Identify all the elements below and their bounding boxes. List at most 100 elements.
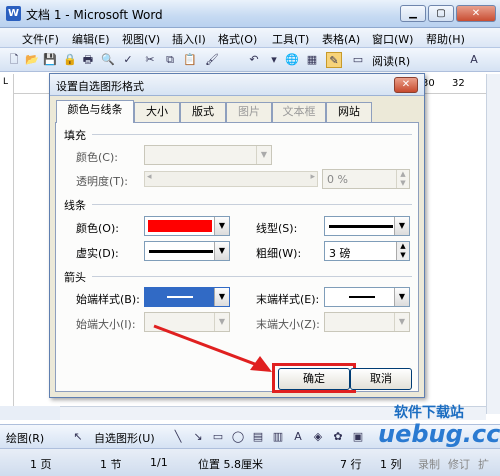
chevron-down-icon: ▼: [214, 242, 229, 260]
menu-edit[interactable]: 编辑(E): [72, 31, 110, 47]
rectangle-icon[interactable]: ▭: [210, 429, 226, 445]
begin-style-label: 始端样式(B):: [76, 293, 140, 306]
status-bar: 1 页 1 节 1/1 位置 5.8厘米 7 行 1 列 录制 修订 扩: [0, 448, 500, 476]
read-mode-button[interactable]: 阅读(R): [372, 53, 410, 69]
picture-icon[interactable]: ▣: [350, 429, 366, 445]
cut-icon[interactable]: ✂: [142, 52, 158, 68]
spinner-icon[interactable]: ▲ ▼: [396, 242, 409, 260]
tab-web[interactable]: 网站: [326, 102, 372, 122]
tab-picture[interactable]: 图片: [226, 102, 272, 122]
line-icon[interactable]: ╲: [170, 429, 186, 445]
begin-style-preview: [167, 296, 193, 298]
textbox-icon[interactable]: ▤: [250, 429, 266, 445]
fill-section-heading: 填充: [64, 129, 86, 142]
divider: [92, 276, 412, 277]
hyperlink-icon[interactable]: 🌐: [284, 52, 300, 68]
status-page: 1 页: [30, 458, 52, 471]
weight-value: 3 磅: [329, 247, 351, 260]
cancel-button[interactable]: 取消: [350, 368, 412, 390]
vertical-textbox-icon[interactable]: ▥: [270, 429, 286, 445]
tab-layout[interactable]: 版式: [180, 102, 226, 122]
format-painter-icon[interactable]: 🖌: [204, 52, 220, 68]
permission-icon[interactable]: 🔒: [62, 52, 78, 68]
copy-icon[interactable]: ⧉: [162, 52, 178, 68]
window-title: 文档 1 - Microsoft Word: [26, 8, 163, 22]
diagram-icon[interactable]: ◈: [310, 429, 326, 445]
zoom-icon[interactable]: ▭: [350, 52, 366, 68]
open-icon[interactable]: 📂: [24, 52, 40, 68]
tab-colors-lines[interactable]: 颜色与线条: [56, 100, 134, 123]
begin-size-label: 始端大小(I):: [76, 318, 136, 331]
menu-file[interactable]: 文件(F): [22, 31, 59, 47]
menu-insert[interactable]: 插入(I): [172, 31, 206, 47]
status-extend[interactable]: 扩: [478, 456, 489, 472]
chevron-down-icon: ▼: [394, 217, 409, 235]
fill-color-dropdown[interactable]: ▼: [144, 145, 272, 165]
transparency-input[interactable]: 0 % ▲ ▼: [322, 169, 410, 189]
undo-icon[interactable]: ↶: [246, 52, 262, 68]
dash-label: 虚实(D):: [76, 247, 119, 260]
menu-window[interactable]: 窗口(W): [372, 31, 413, 47]
line-color-dropdown[interactable]: ▼: [144, 216, 230, 236]
end-size-dropdown[interactable]: ▼: [324, 312, 410, 332]
standard-toolbar: 🗋 📂 💾 🔒 🖶 🔍 ✓ ✂ ⧉ 📋 🖌 ↶ ▾ 🌐 ▦ ✎ ▭ 阅读(R) …: [0, 48, 500, 72]
status-line: 7 行: [340, 458, 362, 471]
chevron-down-icon: ▼: [394, 313, 409, 331]
status-record[interactable]: 录制: [418, 456, 440, 472]
wordart-icon[interactable]: A: [290, 429, 306, 445]
minimize-button[interactable]: ▁: [400, 5, 426, 22]
dash-dropdown[interactable]: ▼: [144, 241, 230, 261]
dialog-close-button[interactable]: ✕: [394, 77, 418, 93]
status-section: 1 节: [100, 458, 122, 471]
line-style-dropdown[interactable]: ▼: [324, 216, 410, 236]
arrow-icon[interactable]: ↘: [190, 429, 206, 445]
chevron-left-icon: ◂: [147, 172, 152, 182]
maximize-button[interactable]: ▢: [428, 5, 454, 22]
tab-textbox[interactable]: 文本框: [272, 102, 326, 122]
spelling-icon[interactable]: ✓: [120, 52, 136, 68]
menu-tools[interactable]: 工具(T): [272, 31, 309, 47]
transparency-slider[interactable]: ◂ ▸: [144, 171, 318, 187]
status-track[interactable]: 修订: [448, 456, 470, 472]
menu-table[interactable]: 表格(A): [322, 31, 360, 47]
menu-format[interactable]: 格式(O): [218, 31, 257, 47]
status-position: 位置 5.8厘米: [198, 458, 263, 471]
chevron-down-icon: ▼: [214, 288, 229, 306]
print-preview-icon[interactable]: 🔍: [100, 52, 116, 68]
line-section-heading: 线条: [64, 199, 86, 212]
text-a-icon[interactable]: A: [466, 52, 482, 68]
menu-view[interactable]: 视图(V): [122, 31, 160, 47]
tab-selector[interactable]: L: [0, 74, 14, 94]
paste-icon[interactable]: 📋: [182, 52, 198, 68]
select-objects-icon[interactable]: ↖: [70, 429, 86, 445]
menu-help[interactable]: 帮助(H): [426, 31, 465, 47]
close-window-button[interactable]: ✕: [456, 5, 496, 22]
drawing-toggle-icon[interactable]: ✎: [326, 52, 342, 68]
ok-button[interactable]: 确定: [278, 368, 350, 390]
dash-preview: [149, 250, 213, 253]
draw-menu-button[interactable]: 绘图(R): [6, 430, 44, 446]
chevron-down-icon: ▼: [256, 146, 271, 164]
watermark-logo: uebug.cc: [378, 420, 500, 448]
end-style-dropdown[interactable]: ▼: [324, 287, 410, 307]
table-icon[interactable]: ▦: [304, 52, 320, 68]
annotation-arrow-icon: [153, 324, 272, 372]
vertical-scrollbar[interactable]: [486, 74, 500, 414]
print-icon[interactable]: 🖶: [80, 52, 96, 68]
status-pages: 1/1: [150, 456, 168, 469]
oval-icon[interactable]: ◯: [230, 429, 246, 445]
line-color-label: 颜色(O):: [76, 222, 119, 235]
autoshapes-menu-button[interactable]: 自选图形(U): [94, 430, 155, 446]
view-buttons[interactable]: [0, 406, 60, 420]
begin-style-dropdown[interactable]: ▼: [144, 287, 230, 307]
chevron-right-icon: ▸: [310, 172, 315, 182]
save-icon[interactable]: 💾: [42, 52, 58, 68]
status-column: 1 列: [380, 458, 402, 471]
ruler-mark: 32: [452, 78, 465, 89]
undo-dropdown-icon[interactable]: ▾: [266, 52, 282, 68]
clipart-icon[interactable]: ✿: [330, 429, 346, 445]
new-document-icon[interactable]: 🗋: [6, 52, 22, 68]
weight-input[interactable]: 3 磅 ▲ ▼: [324, 241, 410, 261]
weight-label: 粗细(W):: [256, 247, 302, 260]
tab-size[interactable]: 大小: [134, 102, 180, 122]
